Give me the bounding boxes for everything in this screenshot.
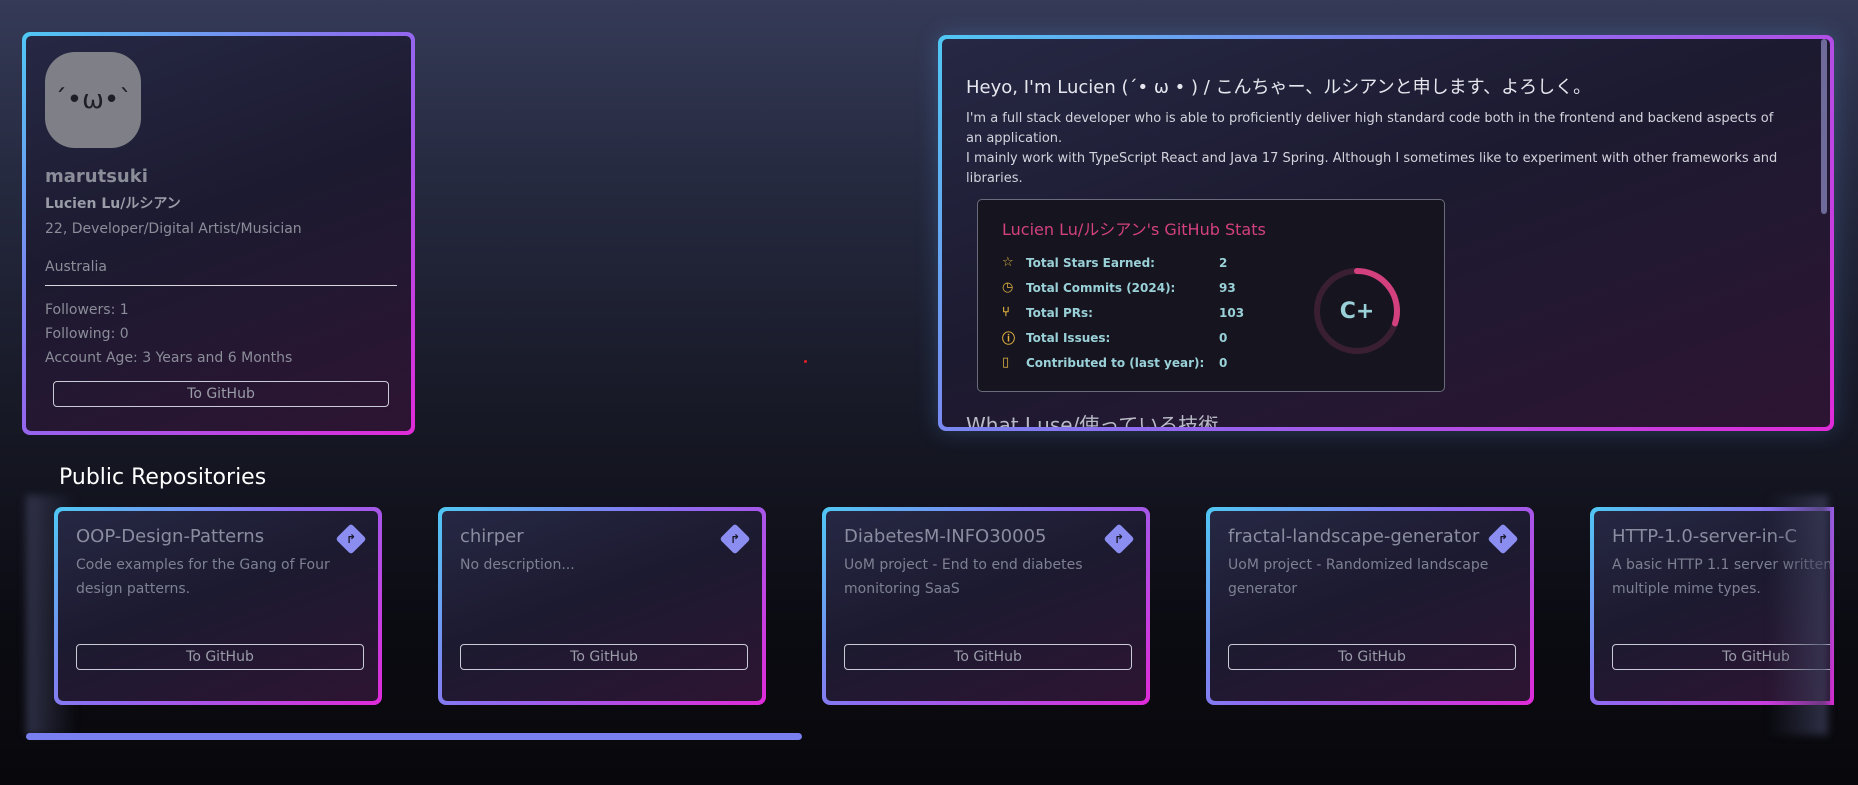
about-scrollbar[interactable] [1821, 39, 1827, 214]
repos-section-title: Public Repositories [59, 465, 267, 490]
stats-value: 93 [1219, 280, 1236, 295]
repo-name: OOP-Design-Patterns [76, 526, 265, 547]
scroll-fade-right [1768, 495, 1828, 735]
repo-github-button[interactable]: To GitHub [1228, 644, 1516, 670]
stats-value: 0 [1219, 330, 1228, 345]
profile-card-body: ´•ω•` marutsuki Lucien Lu/ルシアン 22, Devel… [26, 36, 411, 431]
about-heading: Heyo, I'm Lucien (´• ω • ) / こんちゃー、ルシアンと… [966, 77, 1592, 98]
star-icon: ☆ [1002, 255, 1014, 270]
repo-github-button[interactable]: To GitHub [460, 644, 748, 670]
about-card: Heyo, I'm Lucien (´• ω • ) / こんちゃー、ルシアンと… [938, 35, 1834, 431]
profile-github-button[interactable]: To GitHub [53, 381, 389, 407]
repo-card: OOP-Design-Patterns Code examples for th… [54, 507, 382, 705]
stats-value: 2 [1219, 255, 1228, 270]
repo-description: No description... [460, 557, 575, 573]
pull-request-icon: ⑂ [1002, 305, 1010, 320]
about-next-heading: What I use/使っている技術 [966, 413, 1219, 427]
repo-name: DiabetesM-INFO30005 [844, 526, 1047, 547]
stats-label: Total Commits (2024): [1026, 280, 1176, 295]
stats-value: 0 [1219, 355, 1228, 370]
profile-followers: Followers: 1 [45, 302, 129, 318]
repo-card: fractal-landscape-generator UoM project … [1206, 507, 1534, 705]
stats-label: Contributed to (last year): [1026, 355, 1205, 370]
profile-location: Australia [45, 259, 107, 275]
stats-label: Total PRs: [1026, 305, 1093, 320]
about-card-body[interactable]: Heyo, I'm Lucien (´• ω • ) / こんちゃー、ルシアンと… [942, 39, 1830, 427]
red-dot [804, 360, 807, 363]
repo-description: Code examples for the Gang of Four desig… [76, 557, 330, 597]
grade-text: C+ [1339, 298, 1375, 324]
repos-horizontal-scrollbar[interactable] [26, 733, 802, 740]
stats-label: Total Issues: [1026, 330, 1111, 345]
profile-card: ´•ω•` marutsuki Lucien Lu/ルシアン 22, Devel… [22, 32, 415, 435]
profile-divider [45, 285, 397, 286]
repo-name: chirper [460, 526, 524, 547]
stats-label: Total Stars Earned: [1026, 255, 1155, 270]
profile-following: Following: 0 [45, 326, 129, 342]
repo-github-button[interactable]: To GitHub [76, 644, 364, 670]
avatar: ´•ω•` [45, 52, 141, 148]
history-icon: ◷ [1002, 280, 1014, 295]
github-stats-title: Lucien Lu/ルシアン's GitHub Stats [1002, 220, 1266, 239]
stats-value: 103 [1219, 305, 1245, 320]
repo-description: UoM project - Randomized landscape gener… [1228, 557, 1489, 597]
profile-username: marutsuki [45, 166, 148, 187]
repo-github-button[interactable]: To GitHub [844, 644, 1132, 670]
repo-card: chirper No description... ↱ To GitHub [438, 507, 766, 705]
repo-card: DiabetesM-INFO30005 UoM project - End to… [822, 507, 1150, 705]
about-paragraph-2: I mainly work with TypeScript React and … [966, 151, 1778, 186]
repo-description: UoM project - End to end diabetes monito… [844, 557, 1083, 597]
repo-icon: ▯ [1002, 355, 1010, 370]
about-paragraph-1: I'm a full stack developer who is able t… [966, 111, 1774, 146]
avatar-face: ´•ω•` [53, 85, 133, 115]
about-text: I'm a full stack developer who is able t… [966, 109, 1786, 189]
issue-icon: ⓘ [1002, 332, 1016, 347]
github-stats-card: Lucien Lu/ルシアン's GitHub Stats ☆ Total St… [977, 199, 1445, 392]
profile-realname: Lucien Lu/ルシアン [45, 196, 181, 212]
profile-bio: 22, Developer/Digital Artist/Musician [45, 221, 302, 237]
repo-name: fractal-landscape-generator [1228, 526, 1480, 547]
profile-account-age: Account Age: 3 Years and 6 Months [45, 350, 293, 366]
